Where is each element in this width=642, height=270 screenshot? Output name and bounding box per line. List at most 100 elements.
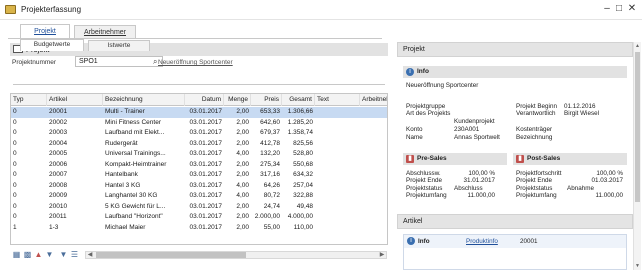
table-cell: 528,80 xyxy=(293,150,313,157)
budget-grid: Typ Artikel Bezeichnung Datum Menge Preis Gesa… xyxy=(10,93,388,245)
scroll-down-icon[interactable]: ▼ xyxy=(634,262,641,270)
table-row[interactable]: 1 1-3 Michael Maier 03.01.2017 2,00 55,00 110,… xyxy=(11,223,387,234)
horizontal-scrollbar[interactable]: ◀ ▶ xyxy=(85,251,387,259)
close-icon[interactable]: ✕ xyxy=(626,3,638,15)
filter-icon[interactable]: ▼ xyxy=(59,250,68,259)
table-cell: 0 xyxy=(13,139,17,147)
column-header[interactable]: Arbeitnehm xyxy=(360,94,387,106)
artikel-number: 20001 xyxy=(520,238,538,245)
table-cell: 110,00 xyxy=(293,223,313,231)
table-cell: 49,48 xyxy=(296,202,313,210)
presales-icon: ▮ xyxy=(406,155,414,163)
table-cell: 03.01.2017 xyxy=(189,181,222,189)
table-cell: 64,26 xyxy=(263,181,280,189)
column-header[interactable]: Text xyxy=(315,94,360,106)
table-cell: 1.358,74 xyxy=(287,129,313,136)
table-cell: 0 xyxy=(13,108,17,115)
table-cell: 275,34 xyxy=(260,160,280,168)
move-down-icon[interactable]: ▼ xyxy=(45,250,54,259)
table-cell: 2,00 xyxy=(236,223,249,231)
table-cell: 825,56 xyxy=(293,139,313,147)
presales-title: Pre-Sales xyxy=(417,155,447,162)
table-row[interactable]: 0 20010 5 KG Gewicht für L... 03.01.2017 2,0… xyxy=(11,202,387,213)
table-cell: Mini Fitness Center xyxy=(105,118,161,126)
table-row[interactable]: 0 20003 Laufband mit Elekt... 03.01.2017 2,0… xyxy=(11,128,387,139)
scroll-up-icon[interactable]: ▲ xyxy=(634,42,641,50)
table-cell: 0 xyxy=(13,213,17,220)
sales-value: 11.000,00 xyxy=(467,191,495,199)
minimize-icon[interactable]: – xyxy=(601,3,613,15)
table-row[interactable]: 0 20001 Multi - Trainer 03.01.2017 2,00 653,3… xyxy=(11,107,387,118)
table-cell xyxy=(315,223,360,234)
table-cell: 03.01.2017 xyxy=(189,139,222,147)
tab-projekt[interactable]: Projekt xyxy=(20,24,70,39)
project-number-input[interactable]: SPO1 xyxy=(75,56,163,67)
table-cell: 2,00 xyxy=(236,160,249,168)
column-header[interactable]: Bezeichnung xyxy=(103,94,185,106)
table-row[interactable]: 0 20004 Rudergerät 03.01.2017 2,00 412,78 825,… xyxy=(11,139,387,150)
table-cell xyxy=(315,202,360,213)
tab-budgetwerte[interactable]: Budgetwerte xyxy=(20,39,84,51)
table-cell: 2,00 xyxy=(236,139,249,147)
info-label: Projekt Beginn xyxy=(516,103,557,110)
table-cell: 2,00 xyxy=(236,129,249,136)
artikel-section-header: Artikel xyxy=(397,214,633,229)
grid-header: Typ Artikel Bezeichnung Datum Menge Preis Gesa… xyxy=(11,94,387,106)
info-icon: i xyxy=(406,68,414,76)
sales-value: Abnahme xyxy=(567,184,594,192)
sales-label: Projektumfang xyxy=(516,191,557,199)
column-header[interactable]: Gesamt xyxy=(282,94,315,106)
table-row[interactable]: 0 20002 Mini Fitness Center 03.01.2017 2,00 6… xyxy=(11,118,387,129)
delete-row-icon[interactable]: ▲ xyxy=(34,250,43,259)
column-header[interactable]: Datum xyxy=(185,94,224,106)
table-row[interactable]: 0 20011 Laufband "Horizont" 03.01.2017 2,00 2… xyxy=(11,212,387,223)
project-name-link[interactable]: Neueröffnung Sportcenter xyxy=(158,59,233,66)
scrollbar-thumb[interactable] xyxy=(635,52,640,202)
details-header: Projekt xyxy=(397,42,633,57)
presales-section-header: ▮ Pre-Sales xyxy=(403,153,507,165)
tab-istwerte[interactable]: Istwerte xyxy=(88,40,150,51)
layers-icon[interactable]: ☰ xyxy=(70,250,79,259)
table-row[interactable]: 0 20008 Hantel 3 KG 03.01.2017 4,00 64,26 257,… xyxy=(11,181,387,192)
table-cell: 634,32 xyxy=(293,171,313,178)
table-row[interactable]: 0 20009 Langhantel 30 KG 03.01.2017 4,00 80,7… xyxy=(11,191,387,202)
maximize-icon[interactable]: □ xyxy=(613,3,625,15)
table-cell: 317,16 xyxy=(260,171,280,178)
table-row[interactable]: 0 20005 Universal Trainings... 03.01.2017 4,… xyxy=(11,149,387,160)
table-cell: 20011 xyxy=(49,213,67,220)
table-cell xyxy=(315,139,360,150)
tab-arbeitnehmer[interactable]: Arbeitnehmer xyxy=(74,25,136,39)
table-cell: 20001 xyxy=(49,108,68,115)
scrollbar-thumb[interactable] xyxy=(96,252,246,258)
table-cell: 24,74 xyxy=(263,202,280,210)
info-value: 230A001 xyxy=(454,126,480,133)
column-header[interactable]: Typ xyxy=(11,94,47,106)
column-header[interactable]: Preis xyxy=(251,94,282,106)
copy-row-icon[interactable]: ▩ xyxy=(23,250,32,259)
info-label: Bezeichnung xyxy=(516,134,553,141)
table-row[interactable]: 0 20007 Hantelbank 03.01.2017 2,00 317,16 634,… xyxy=(11,170,387,181)
table-cell: Michael Maier xyxy=(105,223,146,231)
artikel-info-label: Info xyxy=(418,238,430,245)
column-header[interactable]: Artikel xyxy=(47,94,103,106)
table-cell xyxy=(360,212,387,223)
table-row[interactable]: 0 20006 Kompakt-Heimtrainer 03.01.2017 2,00 2… xyxy=(11,160,387,171)
app-icon xyxy=(5,5,16,14)
table-cell: 0 xyxy=(13,129,17,136)
vertical-scrollbar[interactable]: ▲ ▼ xyxy=(633,42,641,270)
column-header[interactable]: Menge xyxy=(224,94,251,106)
produktinfo-link[interactable]: Produktinfo xyxy=(466,238,498,245)
tab-projekt-label: Projekt xyxy=(34,28,56,35)
project-panel: Projekt Projektnummer SPO1 ⌕ Neueröffnun… xyxy=(8,39,390,270)
table-cell xyxy=(315,170,360,181)
sales-value: 31.01.2017 xyxy=(463,177,495,185)
table-cell: 1-3 xyxy=(49,223,59,231)
add-row-icon[interactable]: ▦ xyxy=(12,250,21,259)
table-cell: 20003 xyxy=(49,129,68,136)
artikel-box: i Info Produktinfo 20001 xyxy=(403,234,627,270)
scroll-left-icon[interactable]: ◀ xyxy=(86,251,94,259)
table-cell: 0 xyxy=(13,118,17,126)
table-cell: 653,33 xyxy=(260,108,280,115)
table-cell xyxy=(360,149,387,160)
scroll-right-icon[interactable]: ▶ xyxy=(378,251,386,259)
